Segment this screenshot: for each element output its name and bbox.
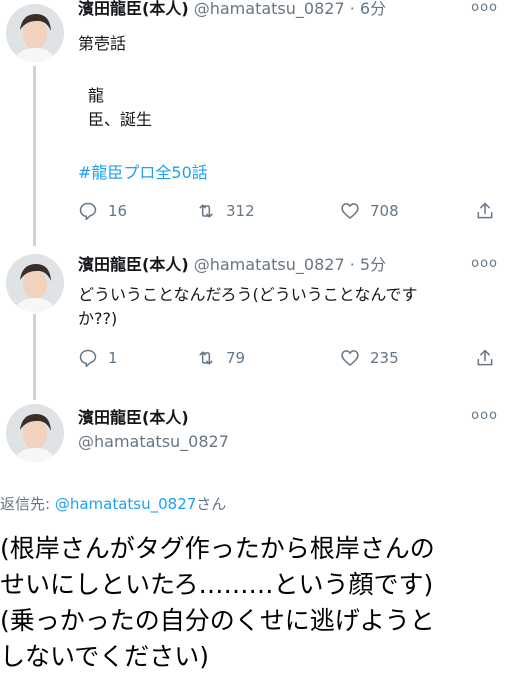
retweet-button[interactable]: 79 xyxy=(196,348,245,368)
timestamp[interactable]: · 5分 xyxy=(350,255,386,274)
retweet-button[interactable]: 312 xyxy=(196,201,255,221)
retweet-icon xyxy=(199,351,213,365)
like-icon xyxy=(341,203,359,219)
tweet-actions: 16 312 708 xyxy=(78,201,498,225)
main-tweet-header: 濱田龍臣(本人) @hamatatsu_0827 xyxy=(78,406,229,454)
more-icon[interactable]: ooo xyxy=(471,408,498,423)
more-icon[interactable]: ooo xyxy=(471,0,498,15)
display-name[interactable]: 濱田龍臣(本人) xyxy=(78,255,189,274)
retweet-count: 312 xyxy=(226,202,255,220)
main-tweet-line: (乗っかったの自分のくせに逃げようと xyxy=(0,606,435,635)
user-handle[interactable]: @hamatatsu_0827 xyxy=(194,0,345,18)
avatar[interactable] xyxy=(6,404,64,462)
main-tweet-line: (根岸さんがタグ作ったから根岸さんの xyxy=(0,534,435,563)
display-name[interactable]: 濱田龍臣(本人) xyxy=(78,0,189,18)
reply-button[interactable]: 1 xyxy=(78,348,118,368)
main-tweet-text: (根岸さんがタグ作ったから根岸さんの せいにしといたろ………という顔です) (乗… xyxy=(0,531,510,675)
tweet-header: 濱田龍臣(本人) @hamatatsu_0827 · 5分 xyxy=(78,254,386,276)
tweet-text-line: 第壱話 xyxy=(78,34,127,53)
like-icon xyxy=(341,350,359,366)
tweet-actions: 1 79 235 xyxy=(78,348,498,372)
reply-count: 16 xyxy=(108,202,128,220)
main-tweet-line: しないでください) xyxy=(0,642,210,671)
reply-icon xyxy=(79,349,97,368)
main-tweet-line: せいにしといたろ………という顔です) xyxy=(0,570,434,599)
avatar[interactable] xyxy=(6,254,64,312)
share-icon xyxy=(477,202,493,219)
tweet-text: 龍 臣、誕生 xyxy=(88,84,152,132)
user-handle[interactable]: @hamatatsu_0827 xyxy=(194,255,345,274)
avatar[interactable] xyxy=(6,4,64,62)
like-button[interactable]: 708 xyxy=(340,201,399,221)
reply-to-line: 返信先: @hamatatsu_0827さん xyxy=(0,493,226,514)
share-icon xyxy=(477,349,493,366)
reply-to-suffix: さん xyxy=(196,495,227,513)
share-button[interactable] xyxy=(475,348,495,368)
user-handle[interactable]: @hamatatsu_0827 xyxy=(78,430,229,454)
tweet-text: どういうことなんだろう(どういうことなんです か??) xyxy=(78,283,418,331)
hashtag-link[interactable]: #龍臣プロ全50話 xyxy=(78,161,208,185)
retweet-count: 79 xyxy=(226,349,246,367)
timestamp[interactable]: · 6分 xyxy=(350,0,386,18)
tweet-text: 第壱話 xyxy=(78,32,126,56)
tweet-text-line: 龍 xyxy=(88,86,105,105)
like-count: 235 xyxy=(370,349,399,367)
display-name[interactable]: 濱田龍臣(本人) xyxy=(78,406,229,430)
reply-button[interactable]: 16 xyxy=(78,201,127,221)
reply-icon xyxy=(79,202,97,221)
reply-to-label: 返信先: xyxy=(0,495,55,513)
retweet-icon xyxy=(199,204,213,218)
more-icon[interactable]: ooo xyxy=(471,256,498,271)
reply-mention-link[interactable]: @hamatatsu_0827 xyxy=(55,495,196,513)
like-button[interactable]: 235 xyxy=(340,348,399,368)
share-button[interactable] xyxy=(475,201,495,221)
like-count: 708 xyxy=(370,202,399,220)
tweet-header: 濱田龍臣(本人) @hamatatsu_0827 · 6分 xyxy=(78,0,386,20)
thread-line xyxy=(33,66,36,246)
tweet-text-line: か??) xyxy=(78,309,118,328)
tweet-text-line: 臣、誕生 xyxy=(88,110,153,129)
thread-line xyxy=(33,314,36,400)
reply-count: 1 xyxy=(108,349,118,367)
tweet-text-line: どういうことなんだろう(どういうことなんです xyxy=(78,285,418,304)
